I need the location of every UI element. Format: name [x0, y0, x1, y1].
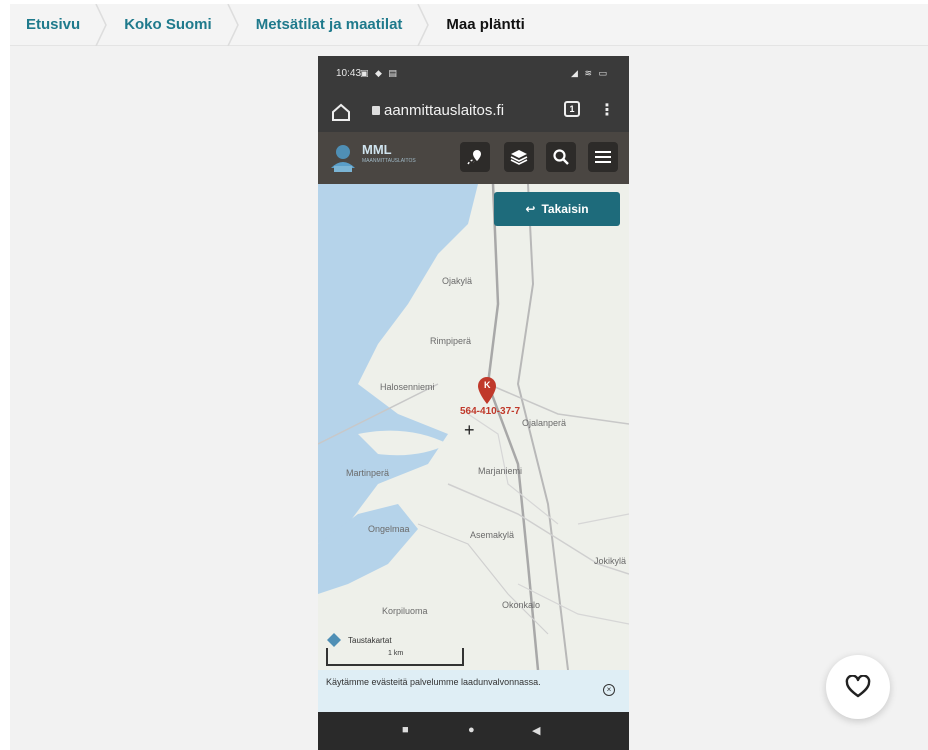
- url-text: aanmittauslaitos.fi: [384, 102, 505, 119]
- map-label: Asemakylä: [470, 530, 515, 540]
- map-label: Ojakylä: [442, 276, 473, 286]
- map-label: Okonkalo: [502, 600, 541, 610]
- heart-icon: [845, 675, 871, 698]
- breadcrumb-label[interactable]: Metsätilat ja maatilat: [256, 16, 403, 33]
- logo-subtext: MAANMITTAUSLAITOS: [362, 158, 416, 164]
- breadcrumb-label[interactable]: Etusivu: [26, 16, 80, 33]
- breadcrumb-metsatilat[interactable]: Metsätilat ja maatilat: [234, 3, 430, 46]
- logo-text: MML: [362, 142, 392, 157]
- status-time: 10:43: [336, 68, 362, 79]
- marker-letter: K: [484, 380, 491, 390]
- menu-button: [588, 142, 618, 172]
- recents-icon: ■: [402, 724, 409, 736]
- browser-url-bar: aanmittauslaitos.fi 1 ⋮: [318, 92, 629, 132]
- map-label: Korpiluoma: [382, 606, 428, 616]
- back-button-label: Takaisin: [541, 202, 589, 216]
- map-label: Rimpiperä: [430, 336, 472, 346]
- close-icon: ×: [603, 684, 615, 696]
- scale-bar: 1 km: [326, 648, 464, 666]
- attribution-text: Taustakartat: [348, 635, 392, 645]
- parcel-id-label: 564-410-37-7: [460, 406, 521, 417]
- route-pin-icon: [467, 150, 481, 165]
- route-pin-button: [460, 142, 490, 172]
- more-vertical-icon: ⋮: [599, 102, 615, 119]
- home-circle-icon: ●: [468, 724, 475, 736]
- phone-screenshot: 10:43 ▣ ◆ ▤ ◢ ≋ ▭ aanmittauslaitos.fi 1 …: [318, 56, 629, 750]
- breadcrumb-home[interactable]: Etusivu: [10, 3, 108, 46]
- android-nav-bar: ■ ● ◀: [318, 712, 629, 750]
- map-label: Martinperä: [346, 468, 390, 478]
- attribution-logo-icon: [327, 633, 341, 647]
- mml-header: MML MAANMITTAUSLAITOS: [318, 132, 629, 184]
- map-view: ↩ Takaisin Ojakylä Rimpiperä Halosenniem…: [318, 184, 629, 670]
- layers-icon: [510, 150, 528, 165]
- cookie-text: Käytämme evästeitä palvelumme laadunvalv…: [326, 677, 541, 687]
- mml-emblem-icon: [331, 145, 355, 172]
- signal-battery-icons: ◢ ≋ ▭: [571, 68, 609, 78]
- back-button: ↩ Takaisin: [494, 192, 620, 226]
- layers-button: [504, 142, 534, 172]
- tabs-icon: 1: [564, 101, 580, 117]
- notification-icons: ▣ ◆ ▤: [360, 68, 399, 78]
- lock-icon: [372, 106, 380, 115]
- search-icon: [553, 149, 569, 165]
- map-label: Ojalanperä: [522, 418, 567, 428]
- map-label: Ongelmaa: [368, 524, 410, 534]
- map-label: Halosenniemi: [380, 382, 435, 392]
- back-arrow-icon: ↩: [525, 202, 536, 216]
- favorite-button[interactable]: [826, 655, 890, 719]
- crosshair-icon: +: [464, 420, 475, 440]
- breadcrumb-label[interactable]: Koko Suomi: [124, 16, 212, 33]
- scale-label: 1 km: [388, 650, 404, 657]
- breadcrumb-current: Maa pläntti: [424, 4, 546, 46]
- home-icon: [332, 103, 350, 121]
- cookie-banner: Käytämme evästeitä palvelumme laadunvalv…: [318, 670, 629, 712]
- map-label: Jokikylä: [594, 556, 627, 566]
- breadcrumb: Etusivu Koko Suomi Metsätilat ja maatila…: [10, 3, 928, 46]
- status-bar: 10:43 ▣ ◆ ▤ ◢ ≋ ▭: [318, 56, 629, 92]
- breadcrumb-koko-suomi[interactable]: Koko Suomi: [102, 3, 239, 46]
- map-attribution: Taustakartat: [326, 630, 436, 650]
- back-triangle-icon: ◀: [532, 725, 541, 737]
- breadcrumb-label: Maa pläntti: [446, 16, 525, 33]
- mml-logo: MML MAANMITTAUSLAITOS: [328, 142, 416, 176]
- hamburger-icon: [595, 151, 611, 163]
- search-button: [546, 142, 576, 172]
- map-label: Marjaniemi: [478, 466, 523, 476]
